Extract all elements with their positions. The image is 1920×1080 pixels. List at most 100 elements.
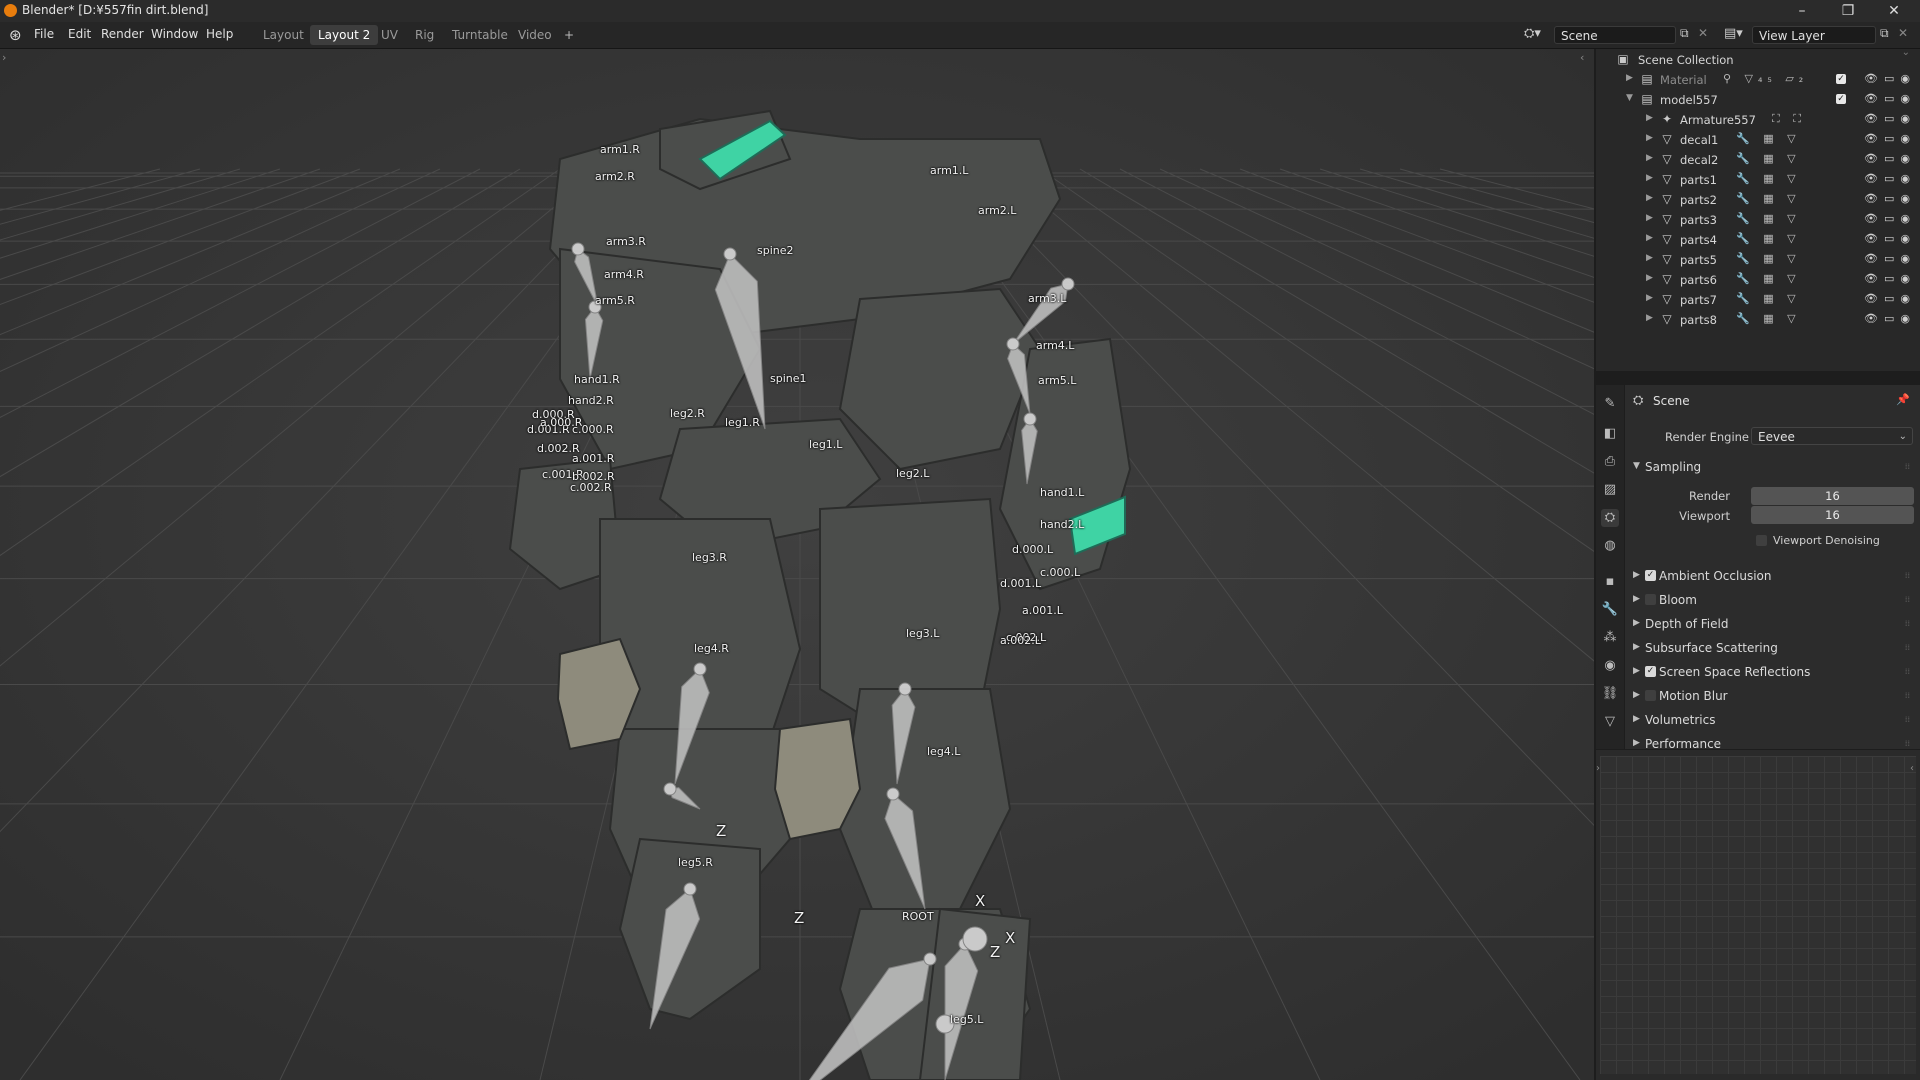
viewport-samples-field[interactable]: 16 [1751, 506, 1914, 524]
view-layer-browse-icon[interactable]: ▤▾ [1724, 26, 1743, 41]
modifier-tab-icon[interactable]: 🔧 [1601, 601, 1619, 619]
bone-label[interactable]: hand2.R [568, 394, 614, 407]
collapsed-arrow-icon[interactable]: ▶ [1646, 293, 1653, 303]
drag-grip-icon[interactable]: ⁞⁞ [1905, 462, 1910, 471]
bone-label[interactable]: arm1.L [930, 164, 968, 177]
panel-header[interactable]: ▶ ✓ Screen Space Reflections ⁞⁞ [1629, 662, 1914, 684]
visibility-icons[interactable]: 👁▭◉ [1864, 152, 1916, 165]
outliner-item[interactable]: ▶ ▤ Material ⚲ ▽₄₅ ▱₂ ✓ 👁▭◉ [1596, 70, 1920, 90]
constraints-tab-icon[interactable]: ⛓ [1601, 685, 1619, 703]
viewport-denoising-checkbox[interactable] [1756, 535, 1767, 546]
visibility-icons[interactable]: 👁▭◉ [1864, 252, 1916, 265]
exclude-checkbox[interactable]: ✓ [1836, 74, 1846, 84]
collapsed-arrow-icon[interactable]: ▶ [1646, 153, 1653, 163]
visibility-icons[interactable]: 👁▭◉ [1864, 112, 1916, 125]
visibility-icons[interactable]: 👁▭◉ [1864, 72, 1916, 85]
bone-label[interactable]: arm4.L [1036, 339, 1074, 352]
physics-tab-icon[interactable]: ◉ [1601, 657, 1619, 675]
tab-layout[interactable]: Layout [255, 25, 312, 45]
outliner-item[interactable]: ▶ ▽ parts5 🔧 ▦ ▽ 👁▭◉ [1596, 250, 1920, 270]
bone-label[interactable]: leg3.R [692, 551, 727, 564]
visibility-icons[interactable]: 👁▭◉ [1864, 232, 1916, 245]
bone-label[interactable]: arm3.R [606, 235, 646, 248]
visibility-icons[interactable]: 👁▭◉ [1864, 272, 1916, 285]
bone-label[interactable]: leg4.L [927, 745, 960, 758]
bone-label[interactable]: arm3.L [1028, 292, 1066, 305]
scene-tab-icon[interactable]: ⛭ [1601, 509, 1619, 527]
menu-help[interactable]: Help [206, 27, 233, 41]
tab-layout-2[interactable]: Layout 2 [310, 25, 379, 45]
sidebar-expand-icon[interactable]: ‹ [1910, 763, 1914, 774]
3d-viewport[interactable]: arm1.R arm2.R arm3.R arm4.R arm5.R spine2 spin… [0, 49, 1594, 1080]
bone-label[interactable]: spine1 [770, 372, 807, 385]
tab-turntable[interactable]: Turntable [444, 25, 516, 45]
bone-label[interactable]: c.002.R [570, 481, 612, 494]
drag-grip-icon[interactable]: ⁞⁞ [1905, 691, 1910, 700]
collapsed-arrow-icon[interactable]: ▶ [1646, 273, 1653, 283]
visibility-icons[interactable]: 👁▭◉ [1864, 312, 1916, 325]
blender-menu-icon[interactable]: ⊛ [9, 26, 22, 44]
panel-checkbox[interactable]: ✓ [1645, 666, 1656, 677]
visibility-icons[interactable]: 👁▭◉ [1864, 212, 1916, 225]
tool-tab-icon[interactable]: ✎ [1601, 395, 1619, 413]
render-engine-select[interactable]: Eevee ⌄ [1751, 427, 1913, 445]
collapsed-arrow-icon[interactable]: ▶ [1646, 213, 1653, 223]
bone-label[interactable]: hand1.L [1040, 486, 1084, 499]
bone-label[interactable]: a.001.R [572, 452, 614, 465]
sampling-panel-header[interactable]: ▼ Sampling ⁞⁞ [1629, 457, 1914, 479]
outliner-item[interactable]: ▶ ▽ decal1 🔧 ▦ ▽ 👁▭◉ [1596, 130, 1920, 150]
bone-label[interactable]: leg4.R [694, 642, 729, 655]
outliner-item[interactable]: ▶ ▽ parts1 🔧 ▦ ▽ 👁▭◉ [1596, 170, 1920, 190]
delete-view-layer-icon[interactable]: ✕ [1898, 26, 1908, 40]
data-tab-icon[interactable]: ▽ [1601, 713, 1619, 731]
outliner-item[interactable]: ▶ ✦ Armature557 ⛶ ⛶ 👁▭◉ [1596, 110, 1920, 130]
expanded-arrow-icon[interactable]: ▼ [1626, 93, 1633, 103]
outliner-item[interactable]: ▶ ▽ parts3 🔧 ▦ ▽ 👁▭◉ [1596, 210, 1920, 230]
bone-label[interactable]: c.000.R [572, 423, 614, 436]
visibility-icons[interactable]: 👁▭◉ [1864, 192, 1916, 205]
collapsed-arrow-icon[interactable]: ▶ [1626, 73, 1633, 83]
delete-scene-icon[interactable]: ✕ [1698, 26, 1708, 40]
panel-header[interactable]: ▶ Depth of Field ⁞⁞ [1629, 614, 1914, 636]
bone-label[interactable]: a.002.L [1000, 634, 1041, 647]
bone-label[interactable]: leg5.L [950, 1013, 983, 1026]
scene-browse-icon[interactable]: ⛭▾ [1524, 26, 1541, 41]
outliner-item[interactable]: ▶ ▽ parts2 🔧 ▦ ▽ 👁▭◉ [1596, 190, 1920, 210]
scene-field[interactable]: Scene [1554, 26, 1676, 44]
panel-header[interactable]: ▶ Subsurface Scattering ⁞⁞ [1629, 638, 1914, 660]
output-tab-icon[interactable]: ⎙ [1601, 453, 1619, 471]
render-tab-icon[interactable]: ◧ [1601, 425, 1619, 443]
bone-label[interactable]: leg5.R [678, 856, 713, 869]
restore-button[interactable]: ❐ [1826, 0, 1870, 22]
bone-label[interactable]: arm4.R [604, 268, 644, 281]
collapsed-arrow-icon[interactable]: ▶ [1646, 193, 1653, 203]
bone-label[interactable]: c.000.L [1040, 566, 1080, 579]
bone-label[interactable]: arm2.R [595, 170, 635, 183]
drag-grip-icon[interactable]: ⁞⁞ [1905, 667, 1910, 676]
bone-label[interactable]: leg2.R [670, 407, 705, 420]
collapsed-arrow-icon[interactable]: ▶ [1646, 173, 1653, 183]
outliner-item[interactable]: ▶ ▽ parts8 🔧 ▦ ▽ 👁▭◉ [1596, 310, 1920, 330]
image-canvas[interactable] [1600, 756, 1916, 1074]
tab-rig[interactable]: Rig [407, 25, 442, 45]
collapsed-arrow-icon[interactable]: ▶ [1646, 313, 1653, 323]
panel-header[interactable]: ▶ ✓ Ambient Occlusion ⁞⁞ [1629, 566, 1914, 588]
menu-render[interactable]: Render [101, 27, 144, 41]
panel-header[interactable]: ▶ Volumetrics ⁞⁞ [1629, 710, 1914, 732]
tab-uv[interactable]: UV [373, 25, 406, 45]
drag-grip-icon[interactable]: ⁞⁞ [1905, 619, 1910, 628]
panel-checkbox[interactable]: ✓ [1645, 570, 1656, 581]
new-scene-icon[interactable]: ⧉ [1680, 26, 1689, 41]
bone-label[interactable]: leg1.R [725, 416, 760, 429]
pin-icon[interactable]: 📌 [1896, 393, 1910, 406]
collapsed-arrow-icon[interactable]: ▶ [1646, 233, 1653, 243]
menu-file[interactable]: File [34, 27, 54, 41]
visibility-icons[interactable]: 👁▭◉ [1864, 172, 1916, 185]
drag-grip-icon[interactable]: ⁞⁞ [1905, 571, 1910, 580]
collapsed-arrow-icon[interactable]: ▶ [1646, 133, 1653, 143]
bone-label[interactable]: a.001.L [1022, 604, 1063, 617]
menu-edit[interactable]: Edit [68, 27, 91, 41]
particles-tab-icon[interactable]: ⁂ [1601, 629, 1619, 647]
view-layer-tab-icon[interactable]: ▨ [1601, 481, 1619, 499]
outliner-item[interactable]: ▶ ▽ parts7 🔧 ▦ ▽ 👁▭◉ [1596, 290, 1920, 310]
